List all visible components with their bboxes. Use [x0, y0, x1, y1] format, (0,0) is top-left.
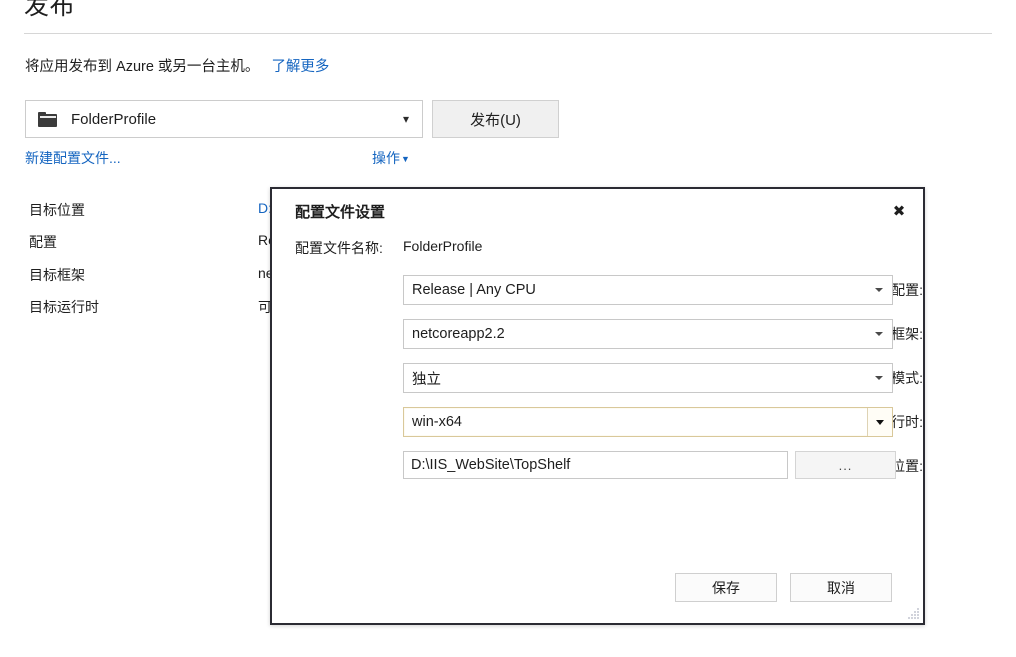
publish-profile-value: FolderProfile — [71, 110, 157, 128]
actions-dropdown-link[interactable]: 操作▼ — [372, 148, 410, 168]
profile-name-value: FolderProfile — [403, 238, 483, 254]
form-row-deployment-mode: 部署模式: 独立 — [272, 363, 923, 393]
publish-profile-combo[interactable]: FolderProfile ▾ — [25, 100, 423, 138]
close-icon[interactable]: ✖ — [885, 198, 913, 224]
target-runtime-value: win-x64 — [412, 414, 462, 430]
target-location-input[interactable]: D:\IIS_WebSite\TopShelf — [403, 451, 788, 479]
configuration-combo[interactable]: Release | Any CPU — [403, 275, 893, 305]
chevron-down-icon — [875, 332, 883, 336]
chevron-down-icon — [875, 288, 883, 292]
form-row-target-runtime: 目标运行时: win-x64 — [272, 407, 923, 437]
pane-description-text: 将应用发布到 Azure 或另一台主机。 — [25, 59, 260, 75]
new-profile-link[interactable]: 新建配置文件... — [25, 148, 121, 168]
chevron-down-icon[interactable] — [867, 408, 892, 436]
profile-settings-dialog: 配置文件设置 ✖ 配置文件名称: FolderProfile 配置: Relea… — [270, 187, 925, 625]
form-row-target-framework: 目标框架: netcoreapp2.2 — [272, 319, 923, 349]
target-runtime-combo[interactable]: win-x64 — [403, 407, 893, 437]
summary-label: 配置 — [29, 234, 57, 250]
form-row-configuration: 配置: Release | Any CPU — [272, 275, 923, 305]
save-button[interactable]: 保存 — [675, 573, 777, 602]
deployment-mode-value: 独立 — [412, 371, 441, 388]
learn-more-link[interactable]: 了解更多 — [271, 59, 329, 75]
summary-label: 目标位置 — [29, 202, 85, 218]
configuration-value: Release | Any CPU — [412, 282, 536, 298]
caret-down-icon: ▼ — [401, 154, 410, 165]
dialog-title: 配置文件设置 — [295, 204, 386, 221]
title-divider — [24, 33, 992, 34]
target-framework-combo[interactable]: netcoreapp2.2 — [403, 319, 893, 349]
target-location-value: D:\IIS_WebSite\TopShelf — [411, 457, 571, 473]
browse-button[interactable]: ... — [795, 451, 896, 479]
folder-icon — [38, 111, 57, 127]
cancel-button[interactable]: 取消 — [790, 573, 892, 602]
actions-link-label: 操作 — [372, 150, 400, 166]
pane-description: 将应用发布到 Azure 或另一台主机。 了解更多 — [25, 55, 329, 76]
target-framework-value: netcoreapp2.2 — [412, 326, 505, 342]
summary-label: 目标运行时 — [29, 299, 99, 315]
profile-name-label: 配置文件名称: — [295, 240, 383, 256]
page-title: 发布 — [24, 0, 76, 20]
form-row-target-location: 目标位置: D:\IIS_WebSite\TopShelf ... — [272, 451, 923, 481]
chevron-down-icon: ▾ — [402, 112, 409, 126]
summary-label: 目标框架 — [29, 267, 85, 283]
resize-grip-icon[interactable] — [907, 607, 920, 620]
chevron-down-icon — [875, 376, 883, 380]
publish-button[interactable]: 发布(U) — [432, 100, 559, 138]
deployment-mode-combo[interactable]: 独立 — [403, 363, 893, 393]
